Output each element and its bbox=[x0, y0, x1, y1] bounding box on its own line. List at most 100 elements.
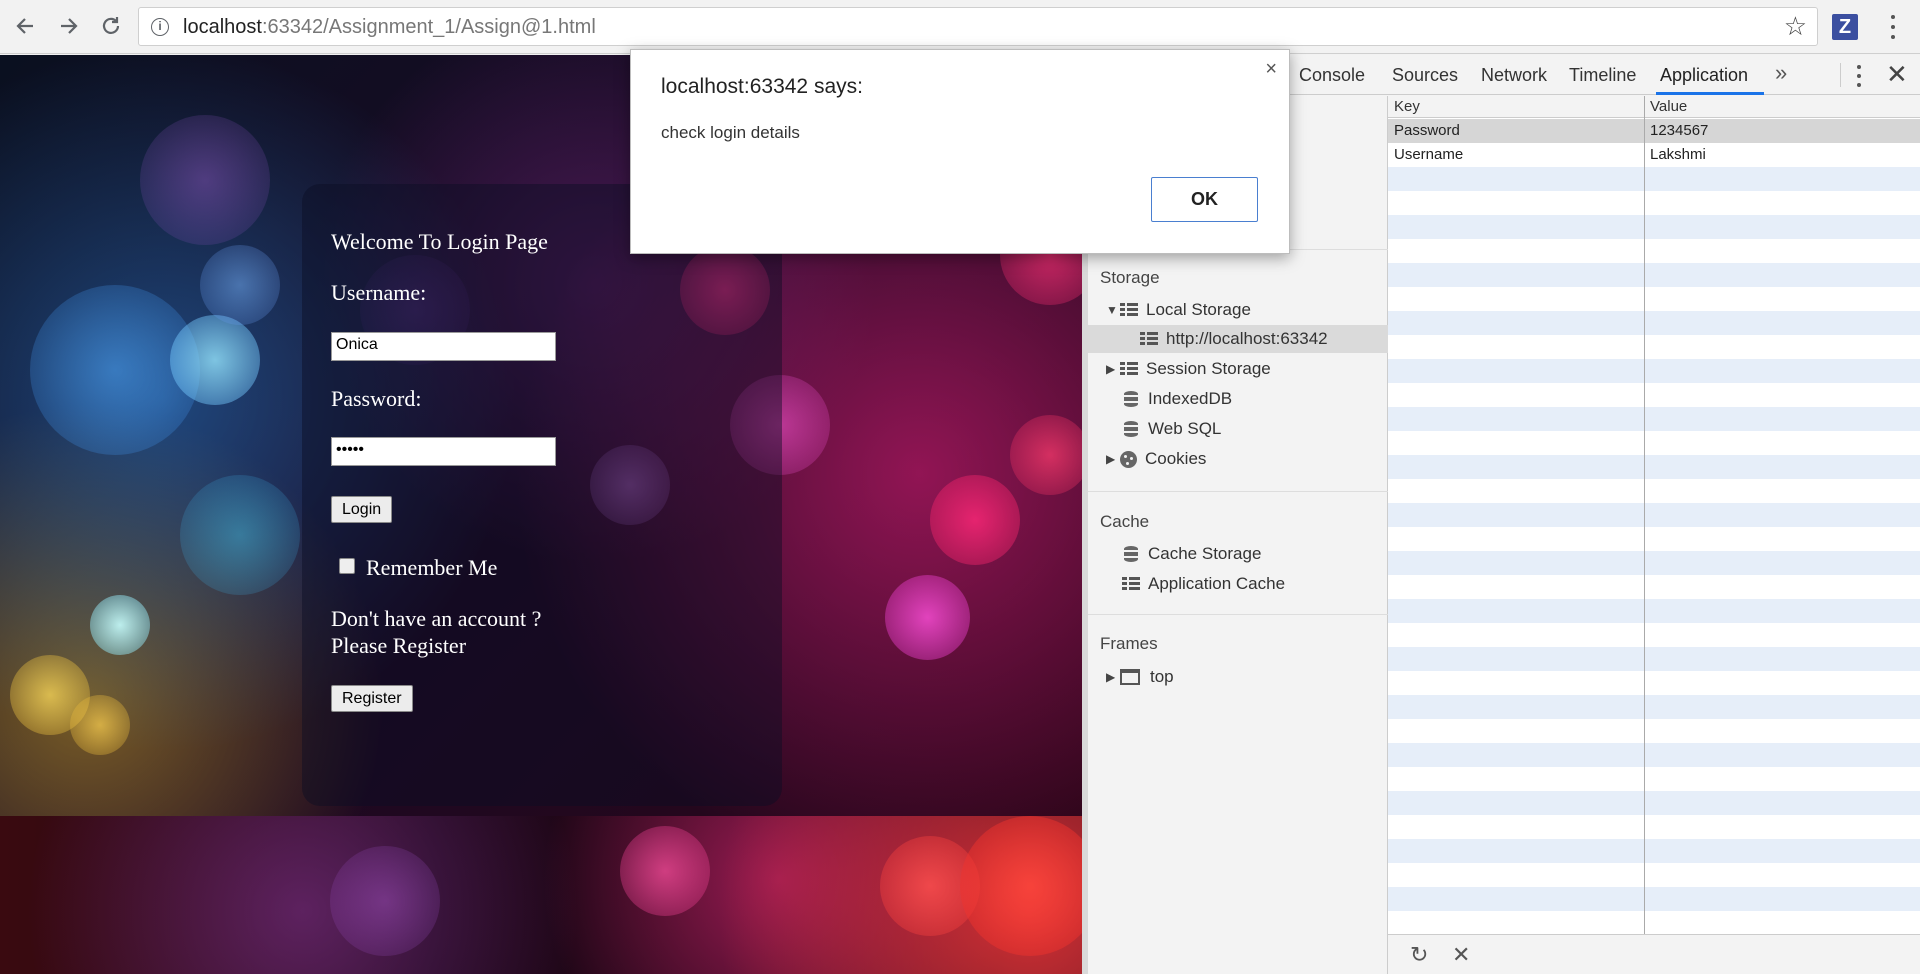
table-row bbox=[1388, 839, 1920, 863]
table-row bbox=[1388, 743, 1920, 767]
sidebar-item-frame-top[interactable]: ▶ top bbox=[1088, 663, 1388, 691]
register-button[interactable]: Register bbox=[331, 685, 413, 712]
table-row bbox=[1388, 167, 1920, 191]
sidebar-item-cache-storage[interactable]: Cache Storage bbox=[1088, 540, 1388, 568]
table-row bbox=[1388, 791, 1920, 815]
register-prompt: Don't have an account ? Please Register bbox=[331, 605, 591, 659]
cookie-icon bbox=[1120, 450, 1137, 468]
table-row bbox=[1388, 215, 1920, 239]
table-row[interactable]: Username Lakshmi bbox=[1388, 143, 1920, 167]
tab-network[interactable]: Network bbox=[1481, 65, 1547, 86]
kebab-menu-icon[interactable] bbox=[1884, 12, 1902, 42]
dialog-title: localhost:63342 says: bbox=[661, 75, 863, 98]
reload-icon[interactable] bbox=[96, 11, 126, 41]
cell-value: 1234567 bbox=[1650, 122, 1709, 139]
sidebar-item-local-storage-origin[interactable]: http://localhost:63342 bbox=[1088, 325, 1388, 353]
login-panel bbox=[302, 184, 782, 806]
more-tabs-icon[interactable]: » bbox=[1775, 60, 1787, 86]
sidebar-item-local-storage[interactable]: ▼ Local Storage bbox=[1088, 296, 1388, 324]
column-header-key[interactable]: Key bbox=[1394, 98, 1420, 115]
tab-timeline[interactable]: Timeline bbox=[1569, 65, 1636, 86]
sidebar-item-label: top bbox=[1150, 667, 1174, 686]
table-row bbox=[1388, 575, 1920, 599]
forward-arrow-icon[interactable] bbox=[54, 11, 84, 41]
storage-table-toolbar: ↻ ✕ bbox=[1388, 934, 1920, 974]
toolbar-divider bbox=[1840, 63, 1841, 87]
table-row bbox=[1388, 551, 1920, 575]
storage-heading: Storage bbox=[1100, 268, 1160, 287]
username-input[interactable]: Onica bbox=[331, 332, 556, 361]
sidebar-item-application-cache[interactable]: Application Cache bbox=[1088, 570, 1388, 598]
sidebar-item-label: Application Cache bbox=[1148, 574, 1286, 593]
extension-icon[interactable]: Z bbox=[1832, 14, 1858, 40]
active-tab-indicator bbox=[1656, 92, 1764, 95]
table-row bbox=[1388, 407, 1920, 431]
column-header-value[interactable]: Value bbox=[1650, 98, 1687, 115]
collapsed-triangle-icon: ▶ bbox=[1106, 670, 1116, 684]
info-icon[interactable]: i bbox=[151, 18, 169, 36]
table-row[interactable]: Password 1234567 bbox=[1388, 119, 1920, 143]
table-row bbox=[1388, 815, 1920, 839]
remember-me-label: Remember Me bbox=[366, 555, 498, 580]
table-row bbox=[1388, 431, 1920, 455]
table-row bbox=[1388, 527, 1920, 551]
tab-application[interactable]: Application bbox=[1660, 65, 1748, 86]
table-row bbox=[1388, 623, 1920, 647]
alert-dialog: localhost:63342 says: × check login deta… bbox=[630, 49, 1290, 254]
cache-heading: Cache bbox=[1100, 512, 1150, 531]
password-input[interactable]: ••••• bbox=[331, 437, 556, 466]
sidebar-divider bbox=[1088, 491, 1388, 492]
database-icon bbox=[1124, 391, 1138, 407]
cell-key: Password bbox=[1394, 122, 1460, 139]
address-bar[interactable]: i localhost:63342/Assignment_1/Assign@1.… bbox=[138, 7, 1818, 46]
login-button[interactable]: Login bbox=[331, 496, 393, 523]
table-row bbox=[1388, 287, 1920, 311]
sidebar-item-websql[interactable]: Web SQL bbox=[1088, 415, 1388, 443]
refresh-icon[interactable]: ↻ bbox=[1410, 942, 1428, 968]
expanded-triangle-icon: ▼ bbox=[1106, 303, 1118, 317]
table-row bbox=[1388, 647, 1920, 671]
delete-selected-icon[interactable]: ✕ bbox=[1452, 942, 1470, 968]
table-grid-icon bbox=[1120, 362, 1138, 376]
table-row bbox=[1388, 911, 1920, 934]
bokeh-background-lower bbox=[0, 816, 1082, 974]
cell-key: Username bbox=[1394, 146, 1464, 163]
url-text: localhost:63342/Assignment_1/Assign@1.ht… bbox=[183, 16, 596, 38]
table-row bbox=[1388, 191, 1920, 215]
table-row bbox=[1388, 503, 1920, 527]
sidebar-item-label: Web SQL bbox=[1148, 419, 1222, 438]
back-arrow-icon[interactable] bbox=[10, 11, 40, 41]
password-label: Password: bbox=[331, 386, 422, 411]
sidebar-item-label: Session Storage bbox=[1146, 359, 1271, 378]
table-row bbox=[1388, 263, 1920, 287]
storage-table: Password 1234567 Username Lakshmi Key Value bbox=[1388, 96, 1920, 934]
remember-me-checkbox[interactable] bbox=[339, 558, 355, 574]
page-title: Welcome To Login Page bbox=[331, 229, 548, 254]
table-row bbox=[1388, 239, 1920, 263]
table-row bbox=[1388, 359, 1920, 383]
sidebar-item-label: http://localhost:63342 bbox=[1166, 329, 1328, 348]
table-row bbox=[1388, 887, 1920, 911]
collapsed-triangle-icon: ▶ bbox=[1106, 452, 1116, 466]
database-icon bbox=[1124, 546, 1138, 562]
table-grid-icon bbox=[1140, 332, 1158, 346]
close-icon[interactable]: × bbox=[1265, 58, 1277, 81]
column-divider[interactable] bbox=[1644, 96, 1645, 934]
collapsed-triangle-icon: ▶ bbox=[1106, 362, 1116, 376]
table-row bbox=[1388, 671, 1920, 695]
table-row bbox=[1388, 719, 1920, 743]
tab-sources[interactable]: Sources bbox=[1392, 65, 1458, 86]
star-icon[interactable]: ☆ bbox=[1784, 13, 1807, 39]
table-header: Key Value bbox=[1388, 96, 1920, 118]
tab-console[interactable]: Console bbox=[1299, 65, 1365, 86]
table-row bbox=[1388, 863, 1920, 887]
frame-window-icon bbox=[1120, 669, 1140, 685]
devtools-menu-icon[interactable] bbox=[1854, 65, 1864, 87]
sidebar-item-cookies[interactable]: ▶ Cookies bbox=[1088, 445, 1388, 473]
ok-button[interactable]: OK bbox=[1151, 177, 1258, 222]
devtools-close-icon[interactable]: ✕ bbox=[1886, 59, 1908, 90]
table-row bbox=[1388, 695, 1920, 719]
sidebar-item-session-storage[interactable]: ▶ Session Storage bbox=[1088, 355, 1388, 383]
sidebar-item-indexeddb[interactable]: IndexedDB bbox=[1088, 385, 1388, 413]
database-icon bbox=[1124, 421, 1138, 437]
